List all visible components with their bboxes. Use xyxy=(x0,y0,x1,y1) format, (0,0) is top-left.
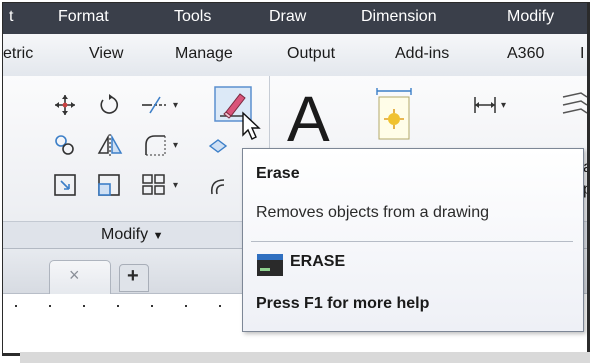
menu-item-modify[interactable]: Modify xyxy=(507,8,554,26)
tooltip-title: Erase xyxy=(256,165,300,182)
explode-icon[interactable] xyxy=(208,136,228,156)
menu-item-format[interactable]: Format xyxy=(58,8,109,26)
command-icon xyxy=(257,254,283,281)
menu-item-truncated[interactable]: t xyxy=(9,8,13,26)
move-icon[interactable] xyxy=(53,93,77,117)
trim-icon[interactable] xyxy=(140,95,170,115)
menu-bar: t Format Tools Draw Dimension Modify xyxy=(3,3,587,34)
menu-item-draw[interactable]: Draw xyxy=(269,8,306,26)
menu-item-dimension[interactable]: Dimension xyxy=(361,8,437,26)
menu-item-tools[interactable]: Tools xyxy=(174,8,211,26)
tooltip-divider xyxy=(251,241,573,242)
rotate-icon[interactable] xyxy=(97,93,121,117)
text-icon[interactable]: A xyxy=(287,87,330,151)
array-dropdown-icon[interactable]: ▾ xyxy=(173,180,178,191)
tab-add-ins[interactable]: Add-ins xyxy=(395,45,449,63)
fillet-icon[interactable] xyxy=(143,133,167,157)
tab-parametric[interactable]: etric xyxy=(3,45,33,63)
trim-dropdown-icon[interactable]: ▾ xyxy=(173,100,178,111)
tab-truncated[interactable]: I xyxy=(580,45,584,63)
cut-off-label-p: p xyxy=(583,181,587,199)
tab-manage[interactable]: Manage xyxy=(175,45,233,63)
cut-off-label-a: a xyxy=(583,159,587,177)
ribbon-tab-bar: etric View Manage Output Add-ins A360 I xyxy=(3,34,587,77)
plus-icon: + xyxy=(127,265,139,287)
dimension-dropdown-icon[interactable]: ▾ xyxy=(501,100,506,111)
drawing-file-tab[interactable] xyxy=(49,260,111,294)
autocad-window: t Format Tools Draw Dimension Modify etr… xyxy=(2,2,590,356)
fillet-dropdown-icon[interactable]: ▾ xyxy=(173,140,178,151)
tooltip-command-name: ERASE xyxy=(290,253,346,270)
drawing-area-grid xyxy=(3,305,243,311)
tab-output[interactable]: Output xyxy=(287,45,335,63)
erase-tooltip: Erase Removes objects from a drawing ERA… xyxy=(242,148,584,332)
chevron-down-icon: ▼ xyxy=(152,230,164,242)
layers-icon[interactable] xyxy=(559,89,587,123)
mouse-cursor-icon xyxy=(241,111,261,141)
new-tab-button[interactable]: + xyxy=(119,264,149,292)
tooltip-help-hint: Press F1 for more help xyxy=(256,295,430,312)
copy-icon[interactable] xyxy=(53,133,77,157)
scale-icon[interactable] xyxy=(97,173,121,197)
stretch-icon[interactable] xyxy=(53,173,77,197)
tooltip-description: Removes objects from a drawing xyxy=(256,204,489,221)
array-icon[interactable] xyxy=(141,173,167,197)
window-shadow-strip xyxy=(20,352,590,363)
tab-a360[interactable]: A360 xyxy=(507,45,544,63)
modify-panel-label[interactable]: Modify ▼ xyxy=(101,226,163,244)
close-icon[interactable]: × xyxy=(69,265,80,286)
offset-icon[interactable] xyxy=(208,176,228,196)
dimension-icon[interactable] xyxy=(473,95,497,115)
mirror-icon[interactable] xyxy=(97,133,123,157)
image-icon[interactable] xyxy=(375,87,413,141)
tab-view[interactable]: View xyxy=(89,45,123,63)
